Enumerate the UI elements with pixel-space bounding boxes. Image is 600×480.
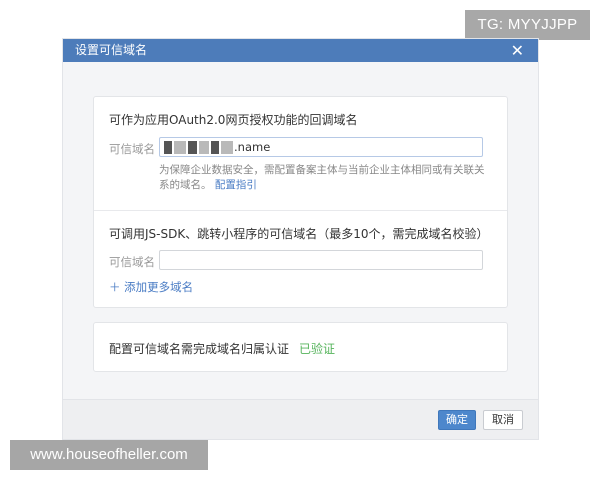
oauth-domain-value: .name	[234, 140, 271, 154]
oauth-hint: 为保障企业数据安全，需配置备案主体与当前企业主体相同或有关联关系的域名。 配置指…	[159, 163, 494, 193]
oauth-domain-input[interactable]: .name	[159, 137, 483, 157]
dialog-footer: 确定 取消	[63, 399, 538, 439]
redaction-mark	[188, 141, 197, 154]
telegram-badge: TG: MYYJJPP	[465, 10, 590, 40]
ownership-row: 配置可信域名需完成域名归属认证 已验证	[109, 340, 335, 357]
ownership-text: 配置可信域名需完成域名归属认证	[109, 342, 290, 356]
site-watermark: www.houseofheller.com	[10, 440, 208, 470]
redaction-mark	[174, 141, 186, 154]
oauth-field-label: 可信域名	[109, 142, 155, 156]
redaction-mark	[221, 141, 233, 154]
redaction-mark	[199, 141, 209, 154]
verified-status: 已验证	[299, 342, 336, 356]
cancel-button[interactable]: 取消	[483, 410, 523, 430]
confirm-button[interactable]: 确定	[438, 410, 476, 430]
jssdk-domain-input[interactable]	[159, 250, 483, 270]
ownership-card: 配置可信域名需完成域名归属认证 已验证	[93, 322, 508, 372]
oauth-hint-text: 为保障企业数据安全，需配置备案主体与当前企业主体相同或有关联关系的域名。	[159, 164, 485, 191]
redaction-mark	[164, 141, 172, 154]
config-guide-link[interactable]: 配置指引	[215, 179, 257, 191]
jssdk-section-title: 可调用JS-SDK、跳转小程序的可信域名（最多10个，需完成域名校验）	[109, 227, 489, 241]
trusted-domain-dialog: 设置可信域名 ✕ 可作为应用OAuth2.0网页授权功能的回调域名 可信域名 .…	[62, 38, 539, 440]
oauth-section-title: 可作为应用OAuth2.0网页授权功能的回调域名	[109, 113, 358, 127]
add-more-domains-link[interactable]: ＋ 添加更多域名	[109, 279, 193, 295]
jssdk-field-label: 可信域名	[109, 255, 155, 269]
dialog-title: 设置可信域名	[75, 43, 148, 57]
redaction-mark	[211, 141, 219, 154]
section-divider	[94, 210, 507, 211]
dialog-header: 设置可信域名 ✕	[63, 39, 538, 62]
domain-config-card: 可作为应用OAuth2.0网页授权功能的回调域名 可信域名 .name 为保障企…	[93, 96, 508, 308]
close-icon[interactable]: ✕	[511, 39, 524, 62]
